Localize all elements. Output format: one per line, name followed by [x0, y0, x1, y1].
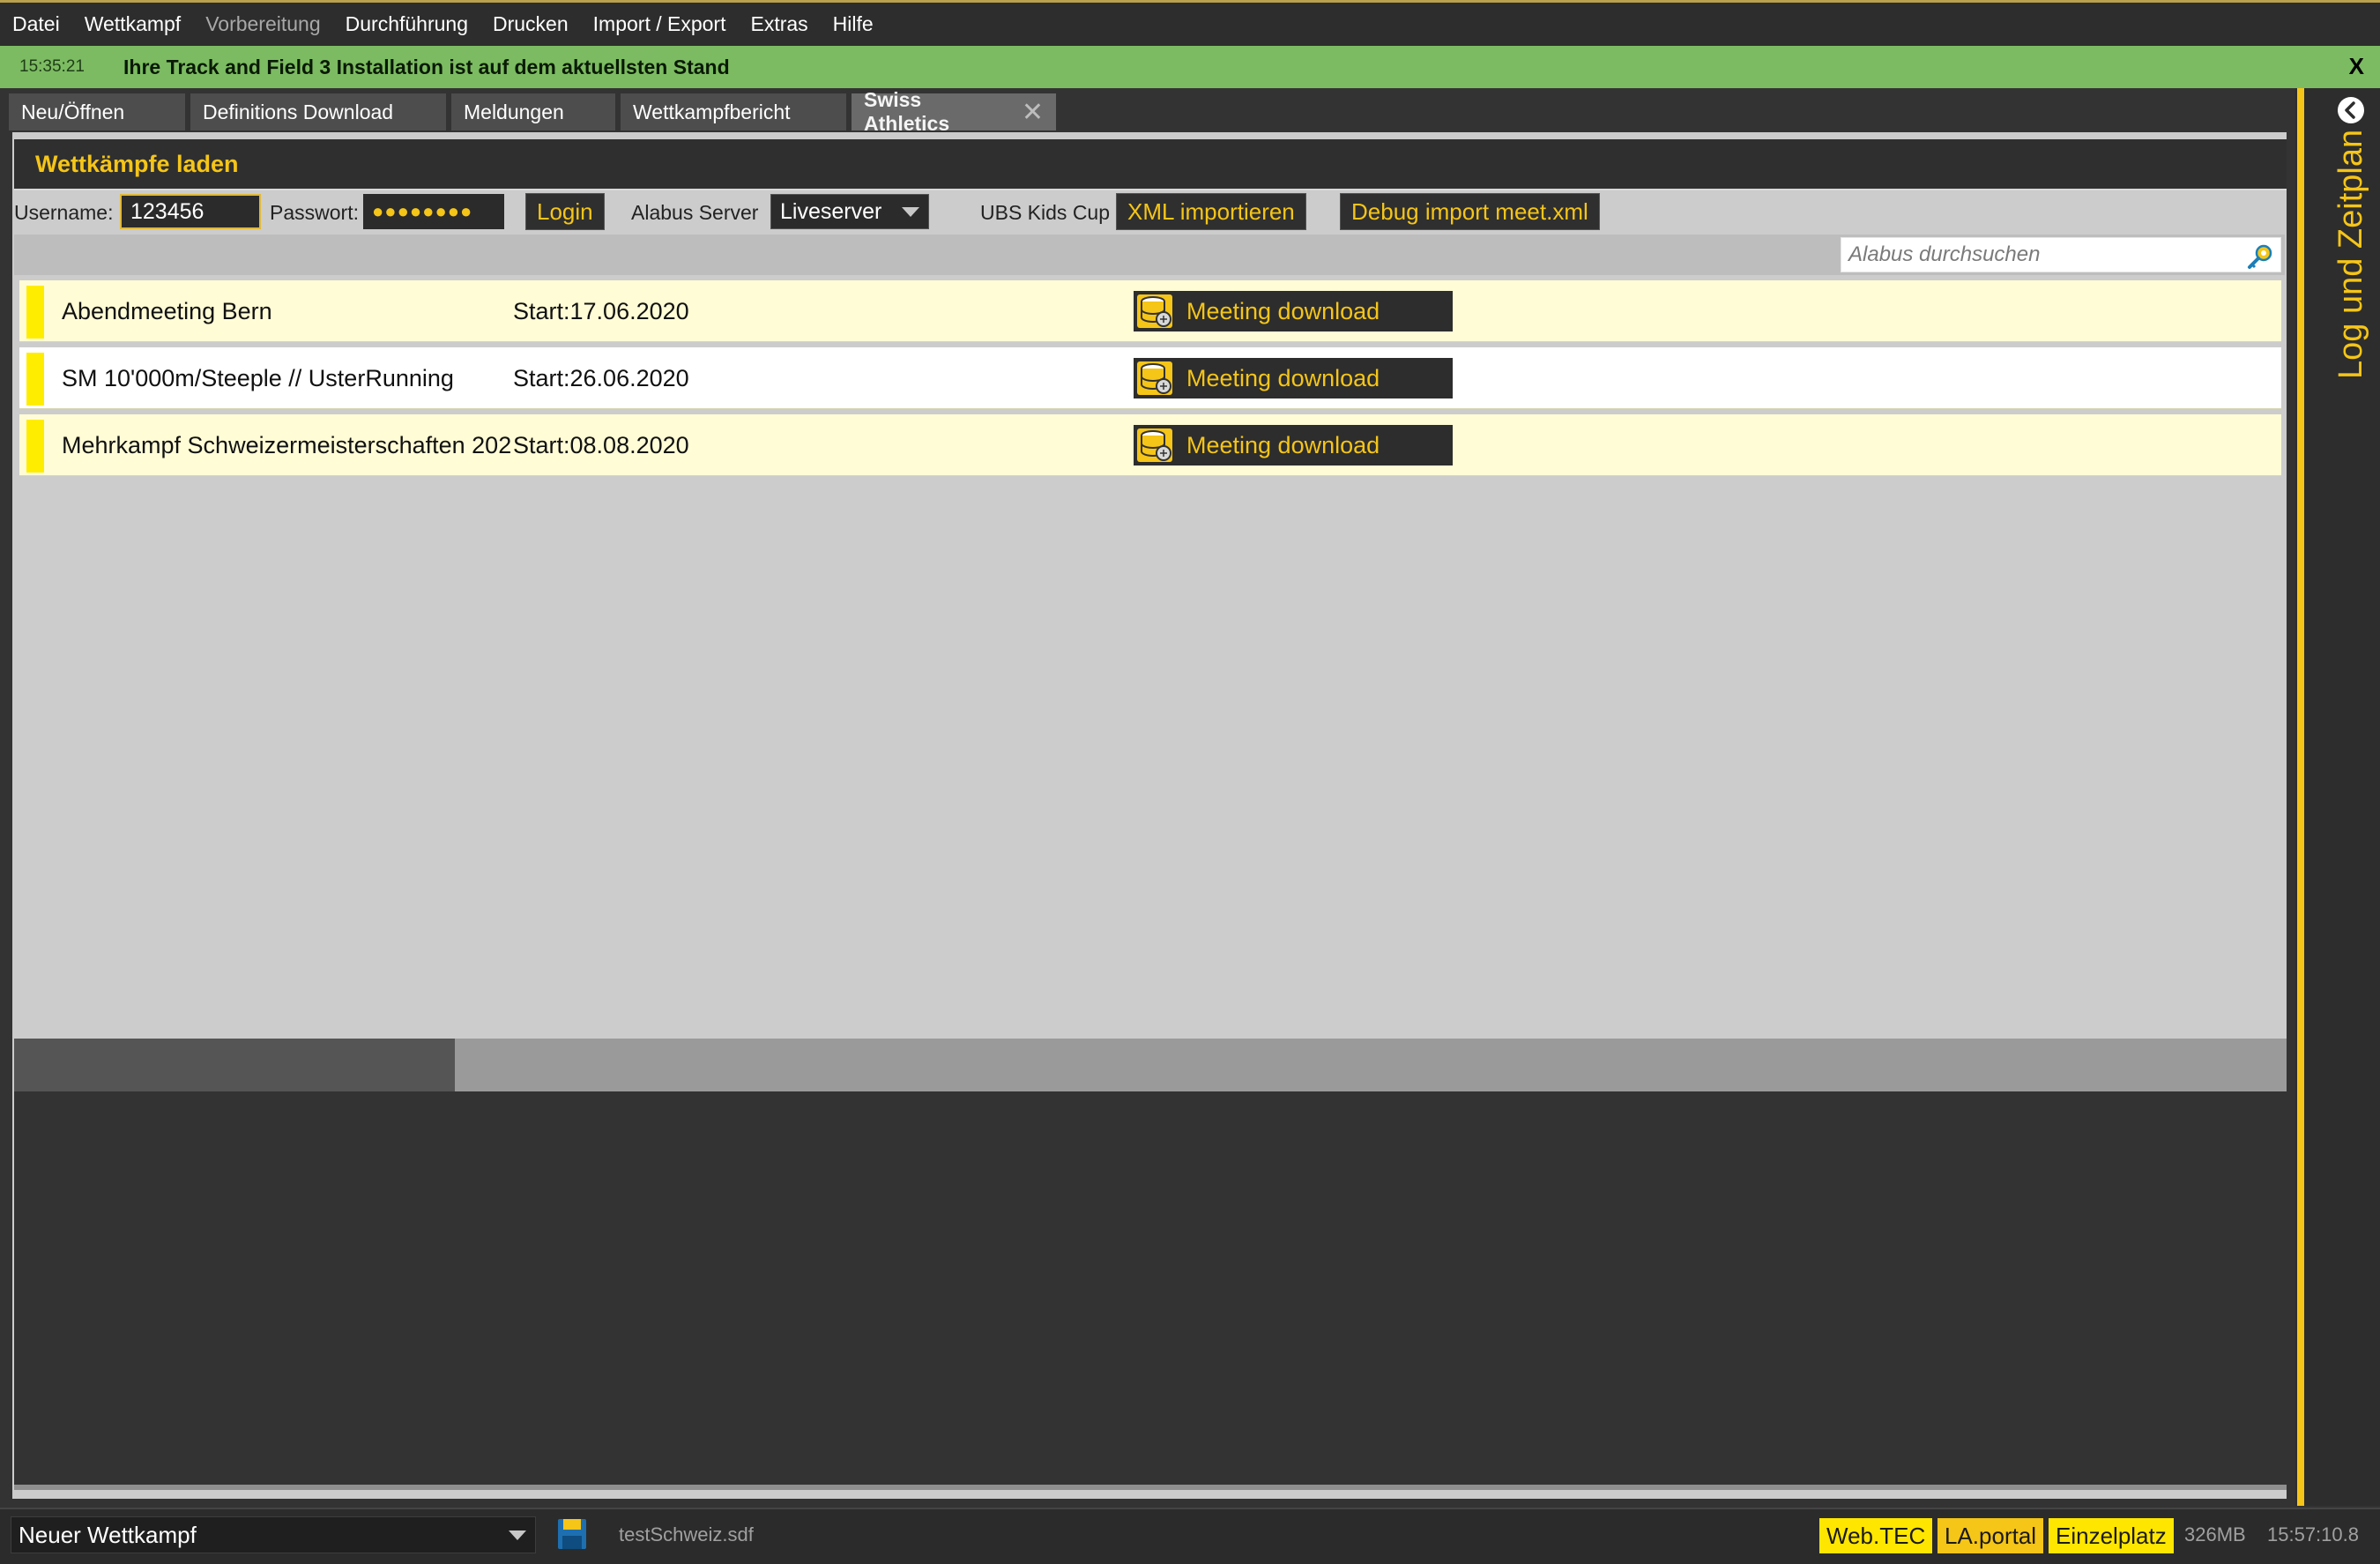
competition-value: Neuer Wettkampf — [19, 1521, 197, 1548]
dropdown-arrow-icon — [902, 207, 919, 217]
meeting-download-label: Meeting download — [1186, 364, 1380, 391]
menu-drucken[interactable]: Drucken — [493, 12, 569, 36]
menu-hilfe[interactable]: Hilfe — [833, 12, 874, 36]
meeting-name: SM 10'000m/Steeple // UsterRunning — [62, 365, 454, 391]
einzelplatz-badge[interactable]: Einzelplatz — [2049, 1518, 2174, 1553]
tab-close-icon[interactable]: ✕ — [1022, 97, 1044, 128]
laportal-badge[interactable]: LA.portal — [1937, 1518, 2044, 1553]
password-value: ●●●●●●●● — [372, 200, 473, 222]
server-label: Alabus Server — [631, 201, 759, 224]
menu-import-export[interactable]: Import / Export — [593, 12, 726, 36]
menu-durchfuehrung[interactable]: Durchführung — [346, 12, 468, 36]
database-download-icon — [1137, 361, 1172, 395]
tab-label: Wettkampfbericht — [633, 100, 791, 123]
meeting-row[interactable]: Mehrkampf Schweizermeisterschaften 2020 … — [19, 414, 2281, 476]
memory-usage: 326MB — [2184, 1523, 2246, 1545]
menu-wettkampf[interactable]: Wettkampf — [85, 12, 182, 36]
tab-wettkampfbericht[interactable]: Wettkampfbericht — [621, 93, 846, 130]
panel-header: Wettkämpfe laden — [14, 139, 2287, 190]
collapse-arrow-icon[interactable] — [2336, 95, 2366, 125]
search-row: Alabus durchsuchen — [14, 235, 2285, 275]
search-placeholder: Alabus durchsuchen — [1848, 242, 2041, 266]
badge-label: Einzelplatz — [2056, 1522, 2167, 1549]
login-button[interactable]: Login — [525, 193, 605, 230]
menu-vorbereitung[interactable]: Vorbereitung — [205, 12, 320, 36]
username-input[interactable]: 123456 — [120, 194, 261, 229]
search-key-icon[interactable] — [2247, 243, 2273, 270]
meeting-row[interactable]: Abendmeeting Bern Start:17.06.2020 Meeti… — [19, 280, 2281, 342]
menu-extras[interactable]: Extras — [750, 12, 807, 36]
notification-time: 15:35:21 — [19, 57, 85, 76]
username-label: Username: — [14, 201, 114, 224]
notification-bar: 15:35:21 Ihre Track and Field 3 Installa… — [0, 46, 2380, 88]
menu-bar: Datei Wettkampf Vorbereitung Durchführun… — [0, 0, 2380, 46]
save-disk-icon[interactable] — [557, 1518, 587, 1550]
notification-message: Ihre Track and Field 3 Installation ist … — [123, 55, 730, 78]
side-panel-title[interactable]: Log und Zeitplan — [2332, 130, 2370, 379]
meeting-start: Start:08.08.2020 — [513, 432, 689, 458]
meeting-download-button[interactable]: Meeting download — [1134, 425, 1453, 465]
tab-definitions-download[interactable]: Definitions Download — [190, 93, 446, 130]
meeting-download-label: Meeting download — [1186, 297, 1380, 324]
close-icon[interactable]: X — [2349, 53, 2364, 80]
database-download-icon — [1137, 294, 1172, 328]
xml-import-button[interactable]: XML importieren — [1116, 193, 1306, 230]
database-download-icon — [1137, 428, 1172, 462]
tab-label: Swiss Athletics — [864, 88, 950, 135]
tab-swiss-athletics[interactable]: Swiss Athletics ✕ — [852, 88, 1056, 135]
server-value: Liveserver — [780, 198, 882, 224]
panel-title: Wettkämpfe laden — [35, 150, 239, 177]
kids-cup-label: UBS Kids Cup — [980, 201, 1111, 224]
badge-label: LA.portal — [1945, 1522, 2037, 1549]
meeting-start: Start:26.06.2020 — [513, 365, 689, 391]
badge-label: Web.TEC — [1826, 1522, 1926, 1549]
meeting-name: Abendmeeting Bern — [62, 298, 272, 324]
login-toolbar: Username: 123456 Passwort: ●●●●●●●● Logi… — [12, 190, 2287, 235]
meeting-download-button[interactable]: Meeting download — [1134, 291, 1453, 331]
login-button-label: Login — [537, 197, 593, 225]
meeting-download-button[interactable]: Meeting download — [1134, 358, 1453, 398]
tab-label: Definitions Download — [203, 100, 394, 123]
server-select[interactable]: Liveserver — [770, 194, 929, 229]
webtec-badge[interactable]: Web.TEC — [1819, 1518, 1933, 1553]
password-input[interactable]: ●●●●●●●● — [363, 194, 504, 229]
row-marker — [26, 353, 44, 406]
row-marker — [26, 286, 44, 339]
meeting-start: Start:17.06.2020 — [513, 298, 689, 324]
row-marker — [26, 420, 44, 473]
file-name: testSchweiz.sdf — [619, 1523, 754, 1545]
menu-datei[interactable]: Datei — [12, 12, 60, 36]
tab-meldungen[interactable]: Meldungen — [451, 93, 615, 130]
debug-import-button[interactable]: Debug import meet.xml — [1340, 193, 1600, 230]
debug-import-label: Debug import meet.xml — [1351, 197, 1588, 225]
scrollbar-thumb[interactable] — [14, 1039, 455, 1091]
side-panel-divider[interactable] — [2297, 88, 2304, 1506]
tab-label: Neu/Öffnen — [21, 100, 125, 123]
tab-label: Meldungen — [464, 100, 564, 123]
search-input[interactable]: Alabus durchsuchen — [1841, 237, 2281, 272]
username-value: 123456 — [130, 198, 205, 224]
competition-select[interactable]: Neuer Wettkampf — [11, 1516, 536, 1553]
meeting-download-label: Meeting download — [1186, 431, 1380, 458]
meeting-name: Mehrkampf Schweizermeisterschaften 2020 — [62, 432, 511, 458]
dropdown-arrow-icon — [509, 1530, 526, 1540]
password-label: Passwort: — [270, 201, 359, 224]
meeting-row[interactable]: SM 10'000m/Steeple // UsterRunning Start… — [19, 347, 2281, 409]
tab-neu-oeffnen[interactable]: Neu/Öffnen — [9, 93, 185, 130]
xml-import-label: XML importieren — [1127, 197, 1295, 225]
tab-bar: Neu/Öffnen Definitions Download Meldunge… — [9, 88, 1061, 135]
detail-pane — [14, 1091, 2287, 1490]
clock: 15:57:10.8 — [2267, 1523, 2359, 1545]
